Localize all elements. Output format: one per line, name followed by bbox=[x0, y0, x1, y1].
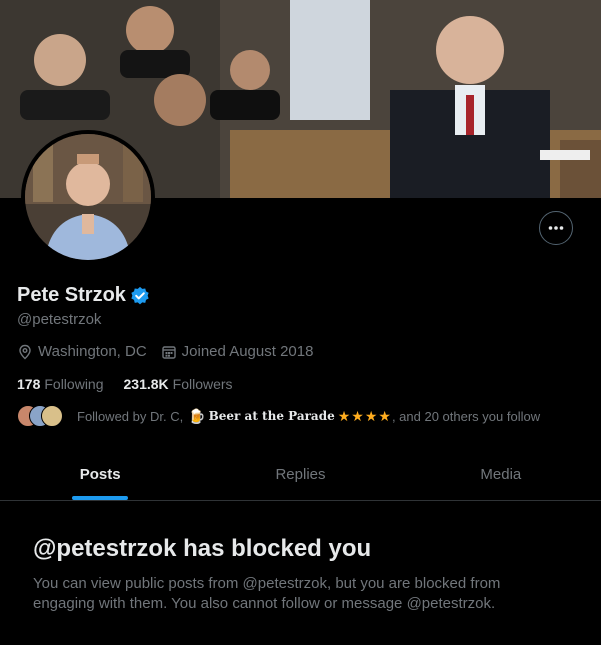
profile-handle: @petestrzok bbox=[17, 311, 102, 328]
profile-meta: Washington, DC Joined August 2018 bbox=[17, 343, 327, 360]
verified-badge-icon[interactable] bbox=[130, 286, 150, 306]
followed-by-stars: ★★★★ bbox=[337, 407, 392, 424]
blocked-title: @petestrzok has blocked you bbox=[33, 535, 372, 562]
followers-count: 231.8K bbox=[123, 376, 169, 392]
blocked-message: You can view public posts from @petestrz… bbox=[33, 575, 501, 612]
followed-by-avatars bbox=[17, 405, 67, 427]
following-label: Following bbox=[44, 376, 104, 392]
joined-item: Joined August 2018 bbox=[161, 343, 314, 360]
followed-by-beer: Beer at the Parade bbox=[208, 409, 335, 423]
tab-replies[interactable]: Replies bbox=[200, 448, 400, 500]
location-item: Washington, DC bbox=[17, 343, 147, 360]
joined-text: Joined August 2018 bbox=[181, 343, 314, 360]
followers-label: Followers bbox=[172, 376, 233, 392]
tab-label: Replies bbox=[275, 465, 326, 483]
following-link[interactable]: 178 Following bbox=[17, 376, 104, 392]
followers-link[interactable]: 231.8K Followers bbox=[124, 376, 233, 392]
follower-avatar bbox=[41, 405, 63, 427]
followed-by-prefix: Followed by Dr. C, bbox=[77, 408, 184, 424]
profile-avatar[interactable] bbox=[21, 130, 155, 264]
avatar-photo bbox=[25, 134, 151, 260]
active-tab-indicator bbox=[72, 496, 129, 500]
followed-by[interactable]: Followed by Dr. C, 🍺 Beer at the Parade … bbox=[17, 405, 540, 427]
follow-counts: 178 Following 231.8K Followers bbox=[17, 376, 253, 392]
location-pin-icon bbox=[19, 344, 31, 359]
profile-tabs: Posts Replies Media bbox=[0, 448, 601, 501]
more-options-button[interactable] bbox=[539, 211, 573, 245]
followed-by-suffix: , and 20 others you follow bbox=[391, 408, 541, 424]
tab-posts[interactable]: Posts bbox=[0, 448, 200, 500]
profile-name: Pete Strzok bbox=[17, 284, 126, 306]
following-count: 178 bbox=[17, 376, 41, 392]
calendar-icon bbox=[161, 345, 176, 359]
more-dots-icon bbox=[548, 226, 564, 230]
tab-media[interactable]: Media bbox=[401, 448, 601, 500]
tab-label: Media bbox=[480, 465, 522, 483]
location-text: Washington, DC bbox=[38, 343, 147, 360]
name-row: Pete Strzok bbox=[17, 284, 150, 307]
beer-icon: 🍺 bbox=[188, 407, 206, 424]
tab-label: Posts bbox=[79, 465, 121, 483]
